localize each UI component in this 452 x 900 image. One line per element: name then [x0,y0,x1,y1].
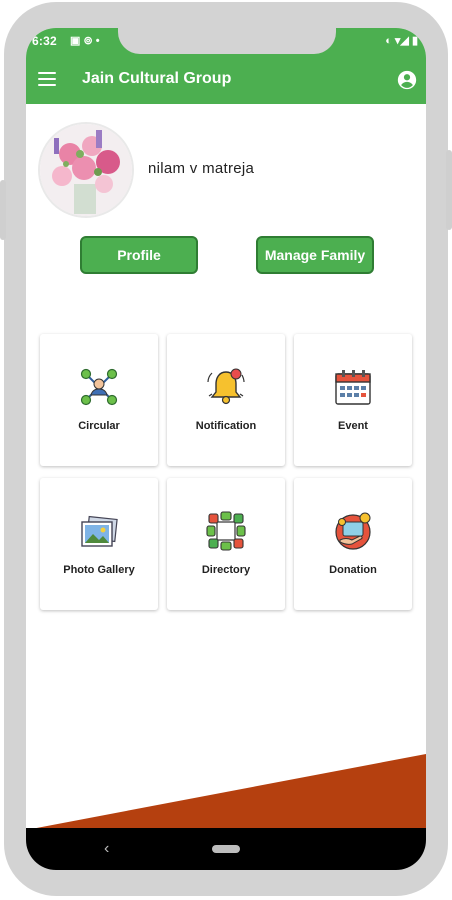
user-name: nilam v matreja [148,160,255,177]
bell-icon [207,368,245,405]
card-label: Circular [78,420,120,432]
phone-side-button [446,150,452,230]
app-screen: 6:32 ▣ ⊚ • ◐ ▾◢ ▮ Jain Cultural Group ni… [26,28,426,870]
home-pill-icon[interactable] [212,845,240,853]
status-time: 6:32 [32,34,57,48]
status-system-icons: ◐ ▾◢ ▮ [385,35,418,47]
app-bar: Jain Cultural Group [26,56,426,104]
avatar [38,122,134,218]
back-icon[interactable]: ‹ [104,840,109,858]
photo-gallery-icon [81,515,118,547]
phone-side-button [0,180,6,240]
network-people-icon [80,368,118,406]
camera-notch [118,28,336,54]
card-label: Directory [201,564,251,576]
event-card[interactable]: Event [294,334,412,466]
manage-family-button[interactable]: Manage Family [256,236,374,274]
directory-card[interactable]: Directory [167,478,285,610]
calendar-icon [335,370,371,405]
app-title: Jain Cultural Group [82,70,232,87]
card-label: Donation [329,564,377,576]
circular-card[interactable]: Circular [40,334,158,466]
account-circle-icon[interactable] [396,69,418,91]
card-label: Photo Gallery [63,564,135,576]
flower-bouquet-image [40,124,132,216]
photo-gallery-card[interactable]: Photo Gallery [40,478,158,610]
system-nav-bar: ‹ [26,828,426,870]
card-label: Notification [195,420,257,432]
status-notification-icons: ▣ ⊚ • [70,35,100,47]
notification-card[interactable]: Notification [167,334,285,466]
decorative-wedge [26,754,426,830]
donation-card[interactable]: Donation [294,478,412,610]
menu-icon[interactable] [38,72,56,86]
directory-icon [206,511,246,551]
card-label: Event [338,420,368,432]
donation-icon [335,512,371,550]
profile-button[interactable]: Profile [80,236,198,274]
